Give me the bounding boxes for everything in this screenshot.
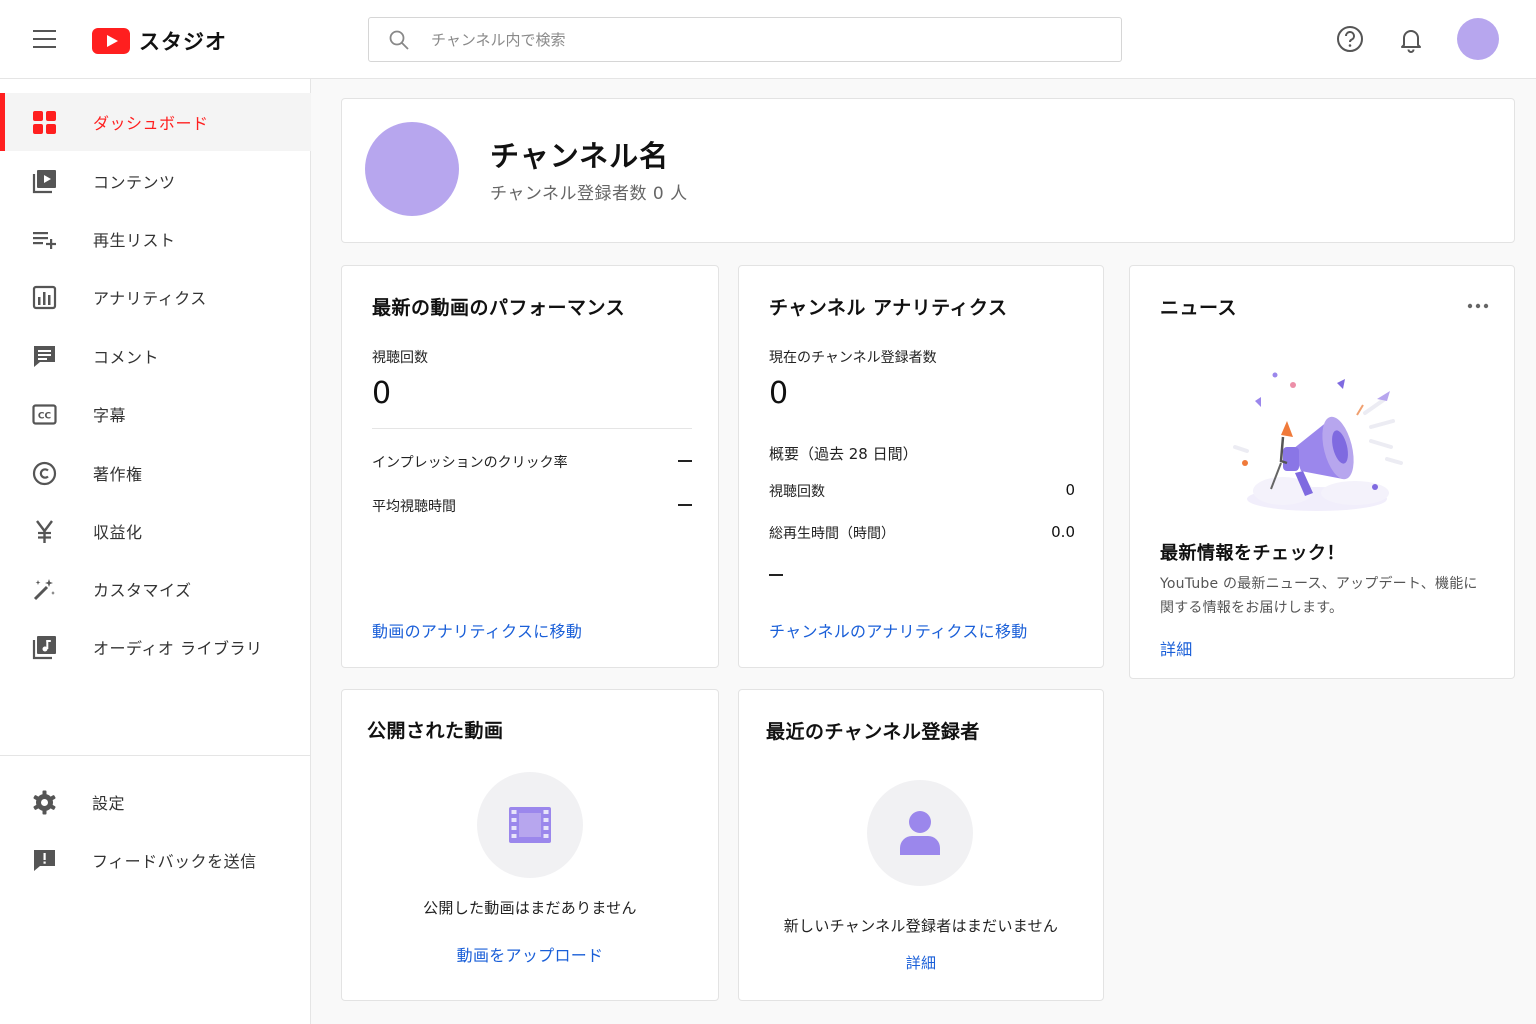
sidebar-item-analytics[interactable]: アナリティクス xyxy=(0,268,311,326)
magic-wand-icon xyxy=(33,579,55,601)
content-icon xyxy=(32,170,56,194)
avg-view-duration-label: 平均視聴時間 xyxy=(372,499,456,515)
empty-dash xyxy=(769,574,783,576)
sidebar-item-subtitles[interactable]: CC 字幕 xyxy=(0,385,311,443)
card-title: 最新の動画のパフォーマンス xyxy=(372,297,626,319)
studio-logo[interactable]: スタジオ xyxy=(92,26,227,56)
sidebar-item-label: コンテンツ xyxy=(93,173,176,192)
logo-text: スタジオ xyxy=(139,30,227,54)
sidebar-item-label: コメント xyxy=(93,348,160,367)
divider xyxy=(372,428,692,429)
sidebar-item-copyright[interactable]: 著作権 xyxy=(0,444,311,502)
sidebar-item-dashboard[interactable]: ダッシュボード xyxy=(0,93,311,151)
sidebar-item-label: 著作権 xyxy=(93,465,143,484)
comment-icon xyxy=(34,346,55,367)
views-value: 0 xyxy=(372,376,392,411)
published-videos-card: 公開された動画 公開した動画はまだありません 動画をアップロード xyxy=(341,689,719,1001)
search-input[interactable] xyxy=(431,18,1111,61)
sidebar-item-label: オーディオ ライブラリ xyxy=(93,639,263,658)
film-icon xyxy=(509,807,551,843)
views-label: 視聴回数 xyxy=(769,484,825,500)
channel-card: チャンネル名 チャンネル登録者数 0 人 xyxy=(341,98,1515,243)
views-value: 0 xyxy=(1065,481,1075,499)
watch-time-label: 総再生時間（時間） xyxy=(769,526,895,542)
sidebar-item-label: 設定 xyxy=(92,794,126,813)
account-avatar[interactable] xyxy=(1457,18,1499,60)
no-videos-message: 公開した動画はまだありません xyxy=(423,899,637,917)
sidebar-item-label: 再生リスト xyxy=(93,231,176,250)
sidebar-item-label: アナリティクス xyxy=(93,289,207,308)
upload-video-link[interactable]: 動画をアップロード xyxy=(342,942,718,966)
sidebar-item-label: 収益化 xyxy=(93,523,143,542)
sidebar-item-label: 字幕 xyxy=(93,406,127,425)
analytics-icon xyxy=(32,285,57,310)
video-placeholder xyxy=(477,772,583,878)
sidebar-item-feedback[interactable]: フィードバックを送信 xyxy=(0,831,311,889)
summary-label: 概要（過去 28 日間） xyxy=(769,445,918,463)
views-label: 視聴回数 xyxy=(372,350,428,366)
search-icon xyxy=(389,30,409,50)
card-title: ニュース xyxy=(1160,297,1238,319)
audio-library-icon xyxy=(32,636,56,660)
channel-analytics-card: チャンネル アナリティクス 現在のチャンネル登録者数 0 概要（過去 28 日間… xyxy=(738,265,1104,668)
avg-empty-dash xyxy=(678,504,692,506)
subscriber-placeholder xyxy=(867,780,973,886)
youtube-logo-icon xyxy=(92,28,130,54)
current-subscribers-label: 現在のチャンネル登録者数 xyxy=(769,350,937,366)
sidebar-item-label: フィードバックを送信 xyxy=(92,852,257,871)
feedback-icon xyxy=(34,850,55,871)
top-bar: スタジオ xyxy=(0,0,1536,79)
news-details-link[interactable]: 詳細 xyxy=(1160,636,1193,660)
svg-text:CC: CC xyxy=(38,412,52,422)
video-analytics-link[interactable]: 動画のアナリティクスに移動 xyxy=(372,618,582,642)
ctr-empty-dash xyxy=(678,460,692,462)
card-title: 最近のチャンネル登録者 xyxy=(766,721,980,743)
playlist-icon xyxy=(33,232,56,249)
sidebar-item-audio-library[interactable]: オーディオ ライブラリ xyxy=(0,618,311,676)
gear-icon xyxy=(33,790,56,815)
help-icon[interactable] xyxy=(1335,24,1365,54)
card-title: チャンネル アナリティクス xyxy=(769,297,1008,319)
subscribers-details-link[interactable]: 詳細 xyxy=(739,952,1103,973)
news-body-line-1: YouTube の最新ニュース、アップデート、機能に xyxy=(1160,576,1478,592)
current-subscribers-value: 0 xyxy=(769,376,789,411)
ctr-label: インプレッションのクリック率 xyxy=(372,455,568,471)
sidebar-item-settings[interactable]: 設定 xyxy=(0,773,311,831)
channel-name: チャンネル名 xyxy=(490,139,670,173)
channel-analytics-link[interactable]: チャンネルのアナリティクスに移動 xyxy=(769,618,1028,642)
dashboard-icon xyxy=(33,111,56,134)
cc-icon: CC xyxy=(32,404,57,425)
card-title: 公開された動画 xyxy=(367,720,504,742)
sidebar-item-label: ダッシュボード xyxy=(93,114,209,133)
menu-icon[interactable] xyxy=(33,30,56,48)
channel-avatar[interactable] xyxy=(365,122,459,216)
channel-subscriber-count: チャンネル登録者数 0 人 xyxy=(490,184,688,204)
more-options-icon[interactable] xyxy=(1467,302,1489,310)
sidebar-divider xyxy=(0,755,311,756)
sidebar-item-customize[interactable]: カスタマイズ xyxy=(0,560,311,618)
yen-icon xyxy=(36,520,53,543)
news-headline: 最新情報をチェック！ xyxy=(1160,543,1345,564)
news-body-line-2: 関する情報をお届けします。 xyxy=(1160,600,1344,616)
person-icon xyxy=(900,811,940,855)
sidebar-item-comments[interactable]: コメント xyxy=(0,327,311,385)
watch-time-value: 0.0 xyxy=(1051,523,1075,541)
sidebar: ダッシュボード コンテンツ 再生リスト アナリティクス コメント CC 字幕 著… xyxy=(0,79,311,1024)
search-box xyxy=(368,17,1122,62)
copyright-icon xyxy=(32,461,57,486)
video-performance-card: 最新の動画のパフォーマンス 視聴回数 0 インプレッションのクリック率 平均視聴… xyxy=(341,265,719,668)
sidebar-item-playlist[interactable]: 再生リスト xyxy=(0,210,311,268)
notification-bell-icon[interactable] xyxy=(1396,24,1426,54)
sidebar-item-label: カスタマイズ xyxy=(93,581,192,600)
recent-subscribers-card: 最近のチャンネル登録者 新しいチャンネル登録者はまだいません 詳細 xyxy=(738,689,1104,1001)
sidebar-item-content[interactable]: コンテンツ xyxy=(0,152,311,210)
news-card: ニュース 最新情報をチェック！ YouTube の最新ニュース、アップデート、機… xyxy=(1129,265,1515,679)
megaphone-illustration-icon xyxy=(1233,372,1403,511)
sidebar-item-monetization[interactable]: 収益化 xyxy=(0,502,311,560)
no-subscribers-message: 新しいチャンネル登録者はまだいません xyxy=(783,917,1059,935)
